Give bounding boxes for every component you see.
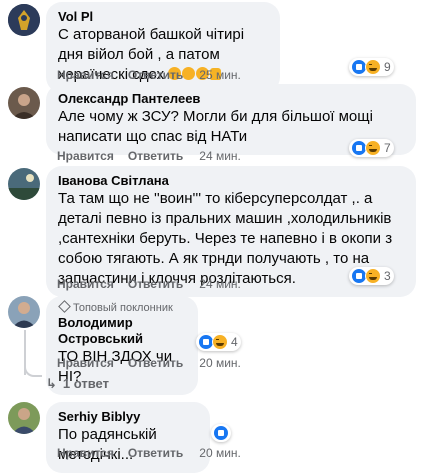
timestamp[interactable]: 20 мин.	[199, 356, 241, 370]
reactions-summary[interactable]: 7	[349, 139, 394, 157]
avatar[interactable]	[8, 4, 40, 36]
avatar-photo-icon	[8, 296, 40, 328]
avatar-photo-icon	[8, 402, 40, 434]
like-icon	[213, 425, 229, 441]
thread-line-branch	[24, 362, 42, 377]
comment-actions: Нравится Ответить 25 мин.	[57, 68, 255, 82]
reactions-summary[interactable]	[211, 424, 231, 442]
avatar-photo-icon	[8, 87, 40, 119]
reply-arrow-icon: ↳	[46, 376, 57, 391]
comment-author[interactable]: Serhiy Biblyy	[58, 409, 198, 425]
haha-icon	[365, 59, 381, 75]
timestamp[interactable]: 24 мин.	[199, 277, 241, 291]
comment-author[interactable]: Олександр Пантелеев	[58, 91, 404, 107]
like-button[interactable]: Нравится	[57, 68, 114, 82]
comment-bubble: Serhiy Biblyy По радянській методічкі...	[46, 402, 210, 473]
top-fan-badge: Топовый поклонник	[58, 300, 186, 315]
reactions-summary[interactable]: 9	[349, 58, 394, 76]
diamond-icon	[58, 300, 71, 313]
comment-author[interactable]: Іванова Світлана	[58, 173, 404, 189]
haha-icon	[212, 334, 228, 350]
reactions-summary[interactable]: 4	[196, 333, 241, 351]
avatar[interactable]	[8, 87, 40, 119]
comment-actions: Нравится Ответить 24 мин.	[57, 149, 255, 163]
reaction-count: 3	[384, 269, 391, 283]
reaction-count: 7	[384, 141, 391, 155]
haha-icon	[365, 140, 381, 156]
like-button[interactable]: Нравится	[57, 356, 114, 370]
view-replies-link[interactable]: ↳ 1 ответ	[46, 376, 109, 392]
reply-button[interactable]: Ответить	[128, 68, 183, 82]
reaction-count: 9	[384, 60, 391, 74]
comment-actions: Нравится Ответить 20 мин.	[57, 356, 255, 370]
comment-actions: Нравится Ответить 20 мин.	[57, 446, 255, 460]
comment-author[interactable]: Володимир Островський	[58, 315, 186, 347]
reply-button[interactable]: Ответить	[128, 277, 183, 291]
like-button[interactable]: Нравится	[57, 149, 114, 163]
comment-actions: Нравится Ответить 24 мин.	[57, 277, 255, 291]
reply-button[interactable]: Ответить	[128, 149, 183, 163]
reply-button[interactable]: Ответить	[128, 356, 183, 370]
timestamp[interactable]: 20 мин.	[199, 446, 241, 460]
avatar[interactable]	[8, 168, 40, 200]
haha-icon	[365, 268, 381, 284]
avatar[interactable]	[8, 402, 40, 434]
reaction-count: 4	[231, 335, 238, 349]
reply-button[interactable]: Ответить	[128, 446, 183, 460]
comment-author[interactable]: Vol Pl	[58, 9, 268, 25]
avatar[interactable]	[8, 296, 40, 328]
reactions-summary[interactable]: 3	[349, 267, 394, 285]
like-button[interactable]: Нравится	[57, 277, 114, 291]
timestamp[interactable]: 25 мин.	[199, 68, 241, 82]
avatar-landscape-icon	[8, 168, 40, 200]
like-button[interactable]: Нравится	[57, 446, 114, 460]
avatar-emblem-icon	[8, 4, 40, 36]
timestamp[interactable]: 24 мин.	[199, 149, 241, 163]
